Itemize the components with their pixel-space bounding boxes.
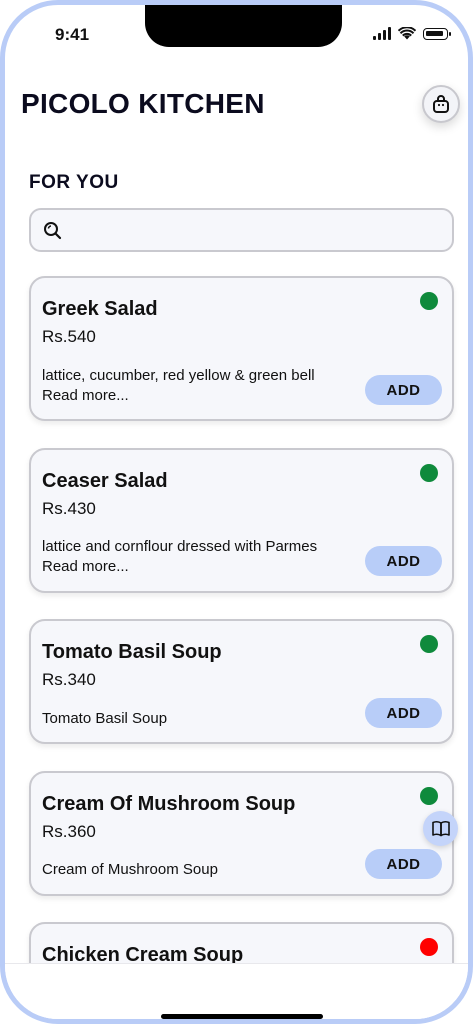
item-name: Tomato Basil Soup [42,641,222,663]
menu-item-card[interactable]: Tomato Basil Soup Rs.340 Tomato Basil So… [29,619,454,744]
item-price: Rs.340 [42,670,96,689]
shopping-bag-icon [433,95,449,113]
add-button[interactable]: ADD [365,546,442,576]
phone-frame: 9:41 PICOLO KITCHEN FOR YOU Greek Salad … [0,0,473,1024]
item-description: lattice and cornflour dressed with Parme… [42,538,318,555]
item-name: Ceaser Salad [42,470,168,492]
add-button[interactable]: ADD [365,375,442,405]
search-bar[interactable] [29,208,454,252]
search-icon [44,222,62,240]
wifi-icon [398,27,416,40]
item-description: lattice, cucumber, red yellow & green be… [42,367,315,384]
section-title: FOR YOU [29,172,119,193]
menu-item-card[interactable]: Ceaser Salad Rs.430 lattice and cornflou… [29,448,454,593]
signal-icon [373,27,391,40]
battery-icon [423,27,451,40]
veg-indicator [420,635,438,653]
veg-indicator [420,787,438,805]
item-price: Rs.540 [42,327,96,346]
search-input[interactable] [75,218,439,244]
read-more-link[interactable]: Read more... [42,558,129,575]
read-more-link[interactable]: Read more... [42,387,129,404]
item-description: Cream of Mushroom Soup [42,861,218,878]
status-time: 9:41 [55,25,90,44]
item-description: Tomato Basil Soup [42,710,168,727]
item-price: Rs.360 [42,822,96,841]
add-button[interactable]: ADD [365,698,442,728]
menu-item-card[interactable]: Cream Of Mushroom Soup Rs.360 Cream of M… [29,771,454,896]
cart-button[interactable] [422,85,460,123]
veg-indicator [420,292,438,310]
home-indicator[interactable] [161,1014,323,1019]
item-price: Rs.430 [42,499,96,518]
item-name: Cream Of Mushroom Soup [42,793,296,815]
veg-indicator [420,464,438,482]
notch [145,5,342,47]
menu-button[interactable] [423,811,458,846]
app-title: PICOLO KITCHEN [21,88,265,119]
menu-item-card[interactable]: Greek Salad Rs.540 lattice, cucumber, re… [29,276,454,421]
add-button[interactable]: ADD [365,849,442,879]
item-name: Greek Salad [42,298,158,320]
status-icons [373,27,451,40]
book-icon [431,820,450,836]
nonveg-indicator [420,938,438,956]
